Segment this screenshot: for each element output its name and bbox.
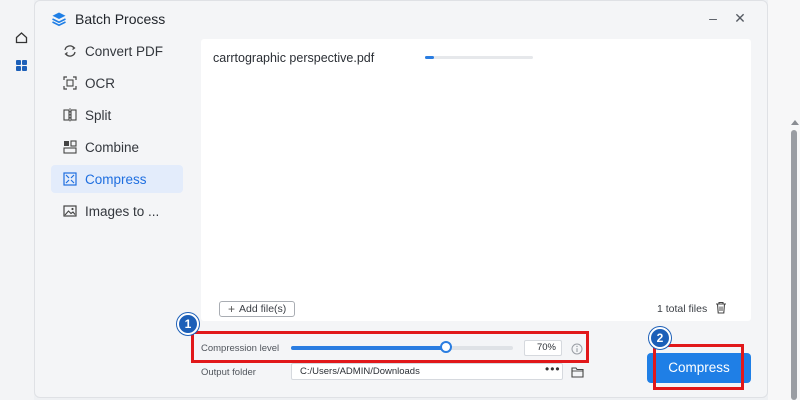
sidebar-item-label: Images to ... [85,203,160,219]
output-folder-input[interactable]: C:/Users/ADMIN/Downloads [291,363,563,380]
sidebar-item-compress[interactable]: Compress [51,165,183,193]
split-icon [63,108,77,122]
output-folder-label: Output folder [201,367,256,378]
sidebar-item-convert-pdf[interactable]: Convert PDF [51,37,183,65]
app-sidebar [0,0,34,400]
sidebar-item-label: OCR [85,75,115,91]
file-progress-fill [425,56,434,59]
image-icon [63,204,77,218]
file-list-panel: carrtographic perspective.pdf + Add file… [201,39,751,321]
scroll-up-arrow[interactable] [791,120,799,125]
add-files-button[interactable]: + Add file(s) [219,301,296,317]
annotation-box-compress-button [653,344,744,390]
sidebar-item-images-to[interactable]: Images to ... [51,197,183,225]
sidebar-item-label: Split [85,107,112,123]
minimize-icon[interactable]: – [705,10,721,26]
layers-icon [51,11,67,27]
tool-sidebar: Convert PDF OCR Split Combine Compress I… [51,37,183,229]
annotation-box-compression [191,331,589,363]
folder-icon[interactable] [571,365,584,378]
sidebar-item-label: Combine [85,139,140,155]
file-progress-bar [425,56,533,59]
trash-icon[interactable] [715,301,729,315]
home-icon[interactable] [12,28,30,46]
convert-icon [63,44,77,58]
sidebar-item-label: Convert PDF [85,43,164,59]
add-files-label: Add file(s) [239,303,287,315]
sidebar-item-ocr[interactable]: OCR [51,69,183,97]
close-icon[interactable]: ✕ [732,10,748,26]
compress-icon [63,172,77,186]
dialog-title-bar: Batch Process – ✕ [35,1,767,37]
grid-icon[interactable] [12,56,30,74]
ocr-icon [63,76,77,90]
combine-icon [63,140,77,154]
sidebar-item-label: Compress [85,171,147,187]
scrollbar-thumb[interactable] [791,130,797,400]
sidebar-item-split[interactable]: Split [51,101,183,129]
dialog-title: Batch Process [75,11,166,27]
annotation-badge-1: 1 [177,313,199,335]
file-name: carrtographic perspective.pdf [213,51,375,65]
browse-dots-button[interactable]: ••• [545,362,561,376]
sidebar-item-combine[interactable]: Combine [51,133,183,161]
plus-icon: + [228,302,236,316]
total-files-count: 1 total files [657,303,708,315]
annotation-badge-2: 2 [649,327,671,349]
